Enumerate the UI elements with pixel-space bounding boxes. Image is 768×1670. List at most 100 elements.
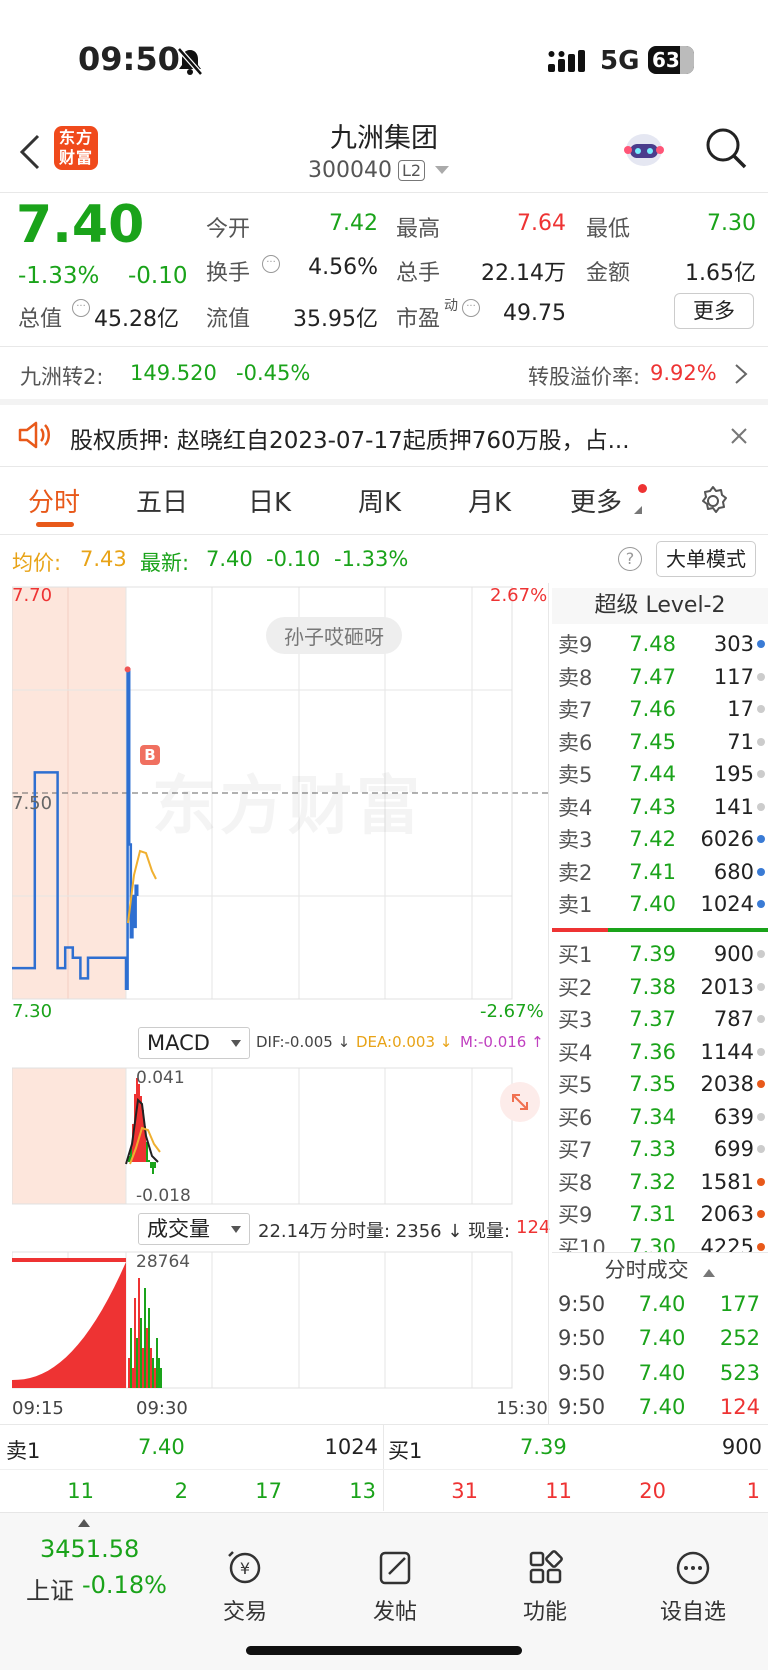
order-dot [757, 1015, 765, 1023]
ask-row[interactable]: 卖3 7.42 6026 [552, 823, 768, 855]
order-dot [757, 802, 765, 811]
order-dot [757, 1177, 765, 1186]
bid-row[interactable]: 买7 7.33 699 [552, 1133, 768, 1165]
macd-top-label: 0.041 [136, 1068, 185, 1088]
bid-row[interactable]: 买5 7.35 2038 [552, 1068, 768, 1100]
ask-volume: 303 [713, 632, 754, 656]
bid-row[interactable]: 买2 7.38 2013 [552, 971, 768, 1003]
ask-price: 7.44 [629, 762, 676, 786]
tab-five-day[interactable]: 五日 [136, 482, 188, 519]
ask-volume: 17 [727, 697, 754, 721]
nav-trade[interactable]: ¥ 交易 [190, 1550, 300, 1626]
volume-now-label: 现量: [468, 1221, 511, 1242]
search-icon[interactable] [704, 126, 748, 170]
tab-weekly-k[interactable]: 周K [358, 482, 401, 519]
bid-price: 7.36 [629, 1039, 676, 1064]
tick-time: 9:50 [558, 1291, 606, 1316]
pct-top-label: 2.67% [490, 585, 548, 606]
macd-chart: 0.041 -0.018 [12, 1064, 548, 1210]
nav-watchlist[interactable]: 设自选 [638, 1550, 748, 1626]
nav-functions[interactable]: 功能 [490, 1550, 600, 1626]
bid-row[interactable]: 买8 7.32 1581 [552, 1166, 768, 1198]
tick-row: 9:50 7.40 252 [552, 1321, 768, 1356]
index-value: 3451.58 [40, 1535, 140, 1563]
ask-row[interactable]: 卖6 7.45 71 [552, 726, 768, 758]
info-icon[interactable]: ··· [462, 299, 480, 317]
convertible-row[interactable]: 九洲转2: 149.520 -0.45% 转股溢价率: 9.92% [0, 347, 768, 399]
info-icon[interactable]: ··· [262, 255, 280, 273]
ask-row[interactable]: 卖9 7.48 303 [552, 628, 768, 660]
tab-more[interactable]: 更多 [570, 482, 622, 519]
tab-monthly-k[interactable]: 月K [468, 482, 511, 519]
change-pct: -1.33% [18, 263, 100, 289]
tick-row: 9:50 7.40 177 [552, 1286, 768, 1321]
trade-icon: ¥ [228, 1551, 261, 1584]
high-value: 7.64 [517, 211, 566, 236]
chevron-down-icon [231, 1040, 241, 1047]
bid-row[interactable]: 买1 7.39 900 [552, 938, 768, 970]
ask-price: 7.42 [629, 827, 676, 851]
status-bar: 09:50 5G 63 [0, 0, 768, 110]
order-book-title[interactable]: 超级 Level-2 [552, 588, 768, 624]
tab-intraday[interactable]: 分时 [28, 482, 80, 519]
ticks-title[interactable]: 分时成交 [552, 1252, 768, 1286]
ask-price: 7.47 [629, 664, 676, 689]
notice-bar[interactable]: 股权质押: 赵晓红自2023-07-17起质押760万股，占... [0, 405, 768, 465]
bottom-bid-vol: 900 [721, 1435, 762, 1459]
volume-bar [160, 1368, 162, 1388]
volume-selector[interactable]: 成交量 [138, 1213, 250, 1245]
bid-volume: 1581 [700, 1169, 754, 1194]
robot-assistant-icon[interactable] [620, 124, 668, 172]
ask-label: 卖9 [558, 633, 593, 657]
tab-daily-k[interactable]: 日K [248, 482, 291, 519]
macd-m: M:-0.016 ↑ [460, 1033, 544, 1051]
bid-row[interactable]: 买6 7.34 639 [552, 1101, 768, 1133]
volume-label: 总手 [396, 261, 441, 286]
info-icon[interactable]: ··· [72, 299, 90, 317]
battery-icon: 63 [648, 46, 694, 74]
macd-selector[interactable]: MACD [138, 1027, 250, 1059]
buy-marker[interactable]: B [140, 745, 160, 765]
ask-row[interactable]: 卖8 7.47 117 [552, 661, 768, 693]
volume-bar [146, 1328, 148, 1388]
mktcap-value: 45.28亿 [94, 307, 179, 332]
macd-svg [12, 1067, 513, 1205]
bid-row[interactable]: 买9 7.31 2063 [552, 1198, 768, 1230]
volume-header: 成交量 22.14万 分时量: 2356 ↓ 现量: 124 [138, 1213, 550, 1245]
ask-label: 卖2 [558, 860, 593, 885]
cb-name: 九洲转2: [20, 365, 104, 389]
user-bubble[interactable]: 孙子哎砸呀 [266, 617, 402, 654]
bid-row[interactable]: 买4 7.36 1144 [552, 1036, 768, 1068]
low-label: 最低 [586, 217, 631, 242]
ask-row[interactable]: 卖1 7.40 1024 [552, 888, 768, 920]
tick-time: 9:50 [558, 1326, 606, 1350]
bid-volume: 639 [713, 1104, 754, 1129]
ask-row[interactable]: 卖2 7.41 680 [552, 856, 768, 888]
tick-price: 7.40 [638, 1395, 686, 1419]
stock-code-row[interactable]: 300040 L2 [308, 158, 450, 183]
order-dot [757, 950, 765, 958]
ask-row[interactable]: 卖7 7.46 17 [552, 693, 768, 725]
close-icon[interactable] [730, 427, 748, 445]
ask-volume: 680 [713, 859, 754, 884]
intraday-chart[interactable]: 7.70 7.50 7.30 2.67% -2.67% 东方财富 孙子哎砸呀 B [12, 583, 548, 1023]
right-count: 31 [451, 1479, 478, 1503]
bottom-bid-price: 7.39 [520, 1435, 567, 1459]
more-button[interactable]: 更多 [674, 293, 754, 329]
ask-volume: 71 [727, 729, 754, 754]
nav-post[interactable]: 发帖 [340, 1550, 450, 1626]
bid-price: 7.39 [629, 942, 676, 966]
bid-volume: 2063 [700, 1202, 754, 1226]
bid-row[interactable]: 买3 7.37 787 [552, 1003, 768, 1035]
ask-row[interactable]: 卖5 7.44 195 [552, 758, 768, 790]
ask-row[interactable]: 卖4 7.43 141 [552, 791, 768, 823]
help-icon[interactable]: ? [618, 547, 642, 571]
big-order-mode-button[interactable]: 大单模式 [656, 541, 756, 577]
index-ticker[interactable]: 3451.58 上证 -0.18% [0, 1513, 170, 1613]
status-time: 09:50 [78, 40, 180, 78]
gear-icon[interactable] [696, 484, 730, 518]
expand-icon[interactable] [500, 1082, 540, 1122]
spread-divider [552, 928, 768, 932]
tick-price: 7.40 [638, 1291, 686, 1316]
amount-label: 金额 [586, 261, 631, 286]
